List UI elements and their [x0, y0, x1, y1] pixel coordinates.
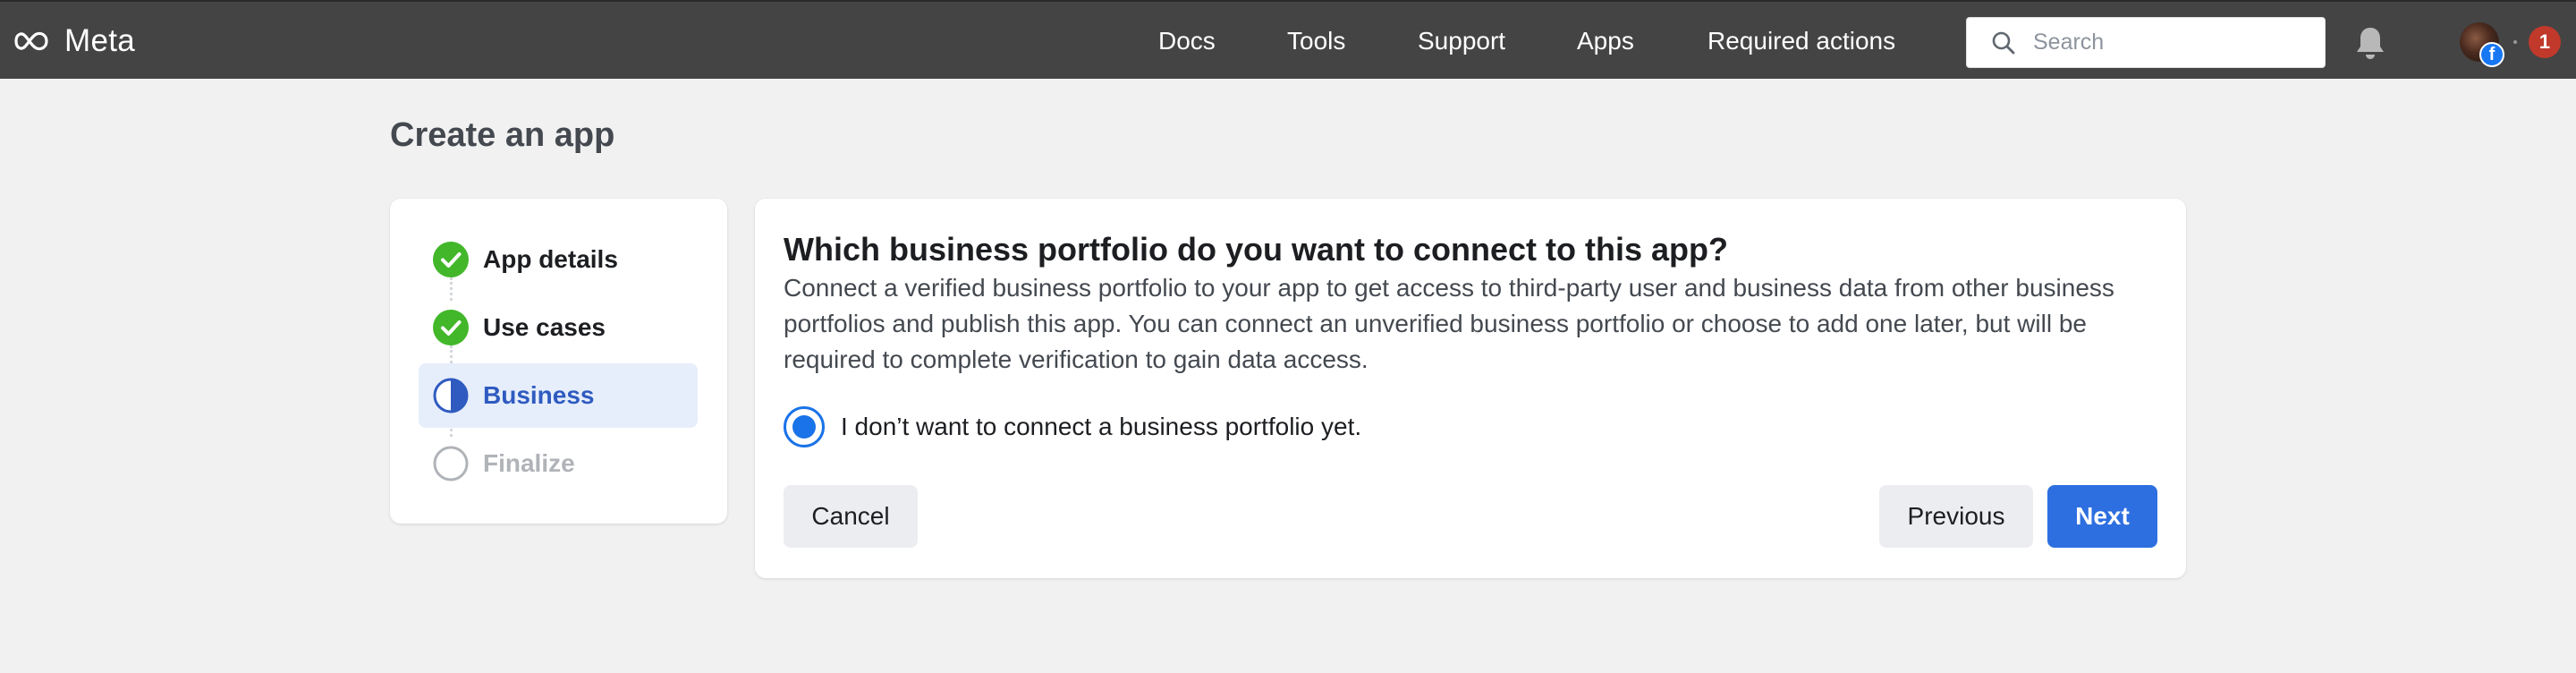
step-business[interactable]: Business: [419, 363, 698, 428]
notifications-bell-icon[interactable]: [2354, 25, 2386, 61]
nav-support[interactable]: Support: [1418, 27, 1505, 55]
radio-label[interactable]: I don’t want to connect a business portf…: [841, 413, 1361, 441]
step-label: App details: [483, 245, 618, 273]
meta-infinity-icon: [14, 31, 48, 51]
search-icon: [1992, 31, 2015, 54]
meta-logo[interactable]: Meta: [13, 23, 135, 59]
search-box[interactable]: [1966, 17, 2326, 68]
previous-button[interactable]: Previous: [1879, 485, 2033, 548]
meta-logo-text: Meta: [64, 23, 136, 58]
step-label: Finalize: [483, 449, 575, 477]
step-finalize[interactable]: Finalize: [419, 431, 698, 496]
question-heading: Which business portfolio do you want to …: [784, 231, 1728, 268]
check-circle-icon: [433, 242, 469, 277]
top-navigation-bar: Meta Docs Tools Support Apps Required ac…: [0, 0, 2576, 79]
step-label: Use cases: [483, 313, 606, 341]
check-circle-icon: [433, 310, 469, 345]
no-portfolio-option[interactable]: I don’t want to connect a business portf…: [784, 406, 1361, 447]
search-input[interactable]: [2033, 30, 2319, 55]
step-app-details[interactable]: App details: [419, 227, 698, 292]
nav-apps[interactable]: Apps: [1577, 27, 1634, 55]
next-button[interactable]: Next: [2047, 485, 2157, 548]
step-use-cases[interactable]: Use cases: [419, 295, 698, 360]
facebook-badge-icon: f: [2479, 42, 2504, 67]
half-circle-progress-icon: [433, 378, 469, 413]
cancel-button[interactable]: Cancel: [784, 485, 918, 548]
nav-docs[interactable]: Docs: [1158, 27, 1216, 55]
page-title: Create an app: [390, 116, 615, 154]
step-label: Business: [483, 381, 595, 409]
nav-required-actions[interactable]: Required actions: [1707, 27, 1895, 55]
radio-selected-dot: [792, 415, 816, 439]
radio-button[interactable]: [784, 406, 825, 447]
question-description: Connect a verified business portfolio to…: [784, 274, 2114, 373]
empty-circle-icon: [433, 446, 469, 481]
separator-dot: [2513, 40, 2517, 44]
notification-count-badge[interactable]: 1: [2529, 26, 2561, 58]
nav-tools[interactable]: Tools: [1287, 27, 1345, 55]
